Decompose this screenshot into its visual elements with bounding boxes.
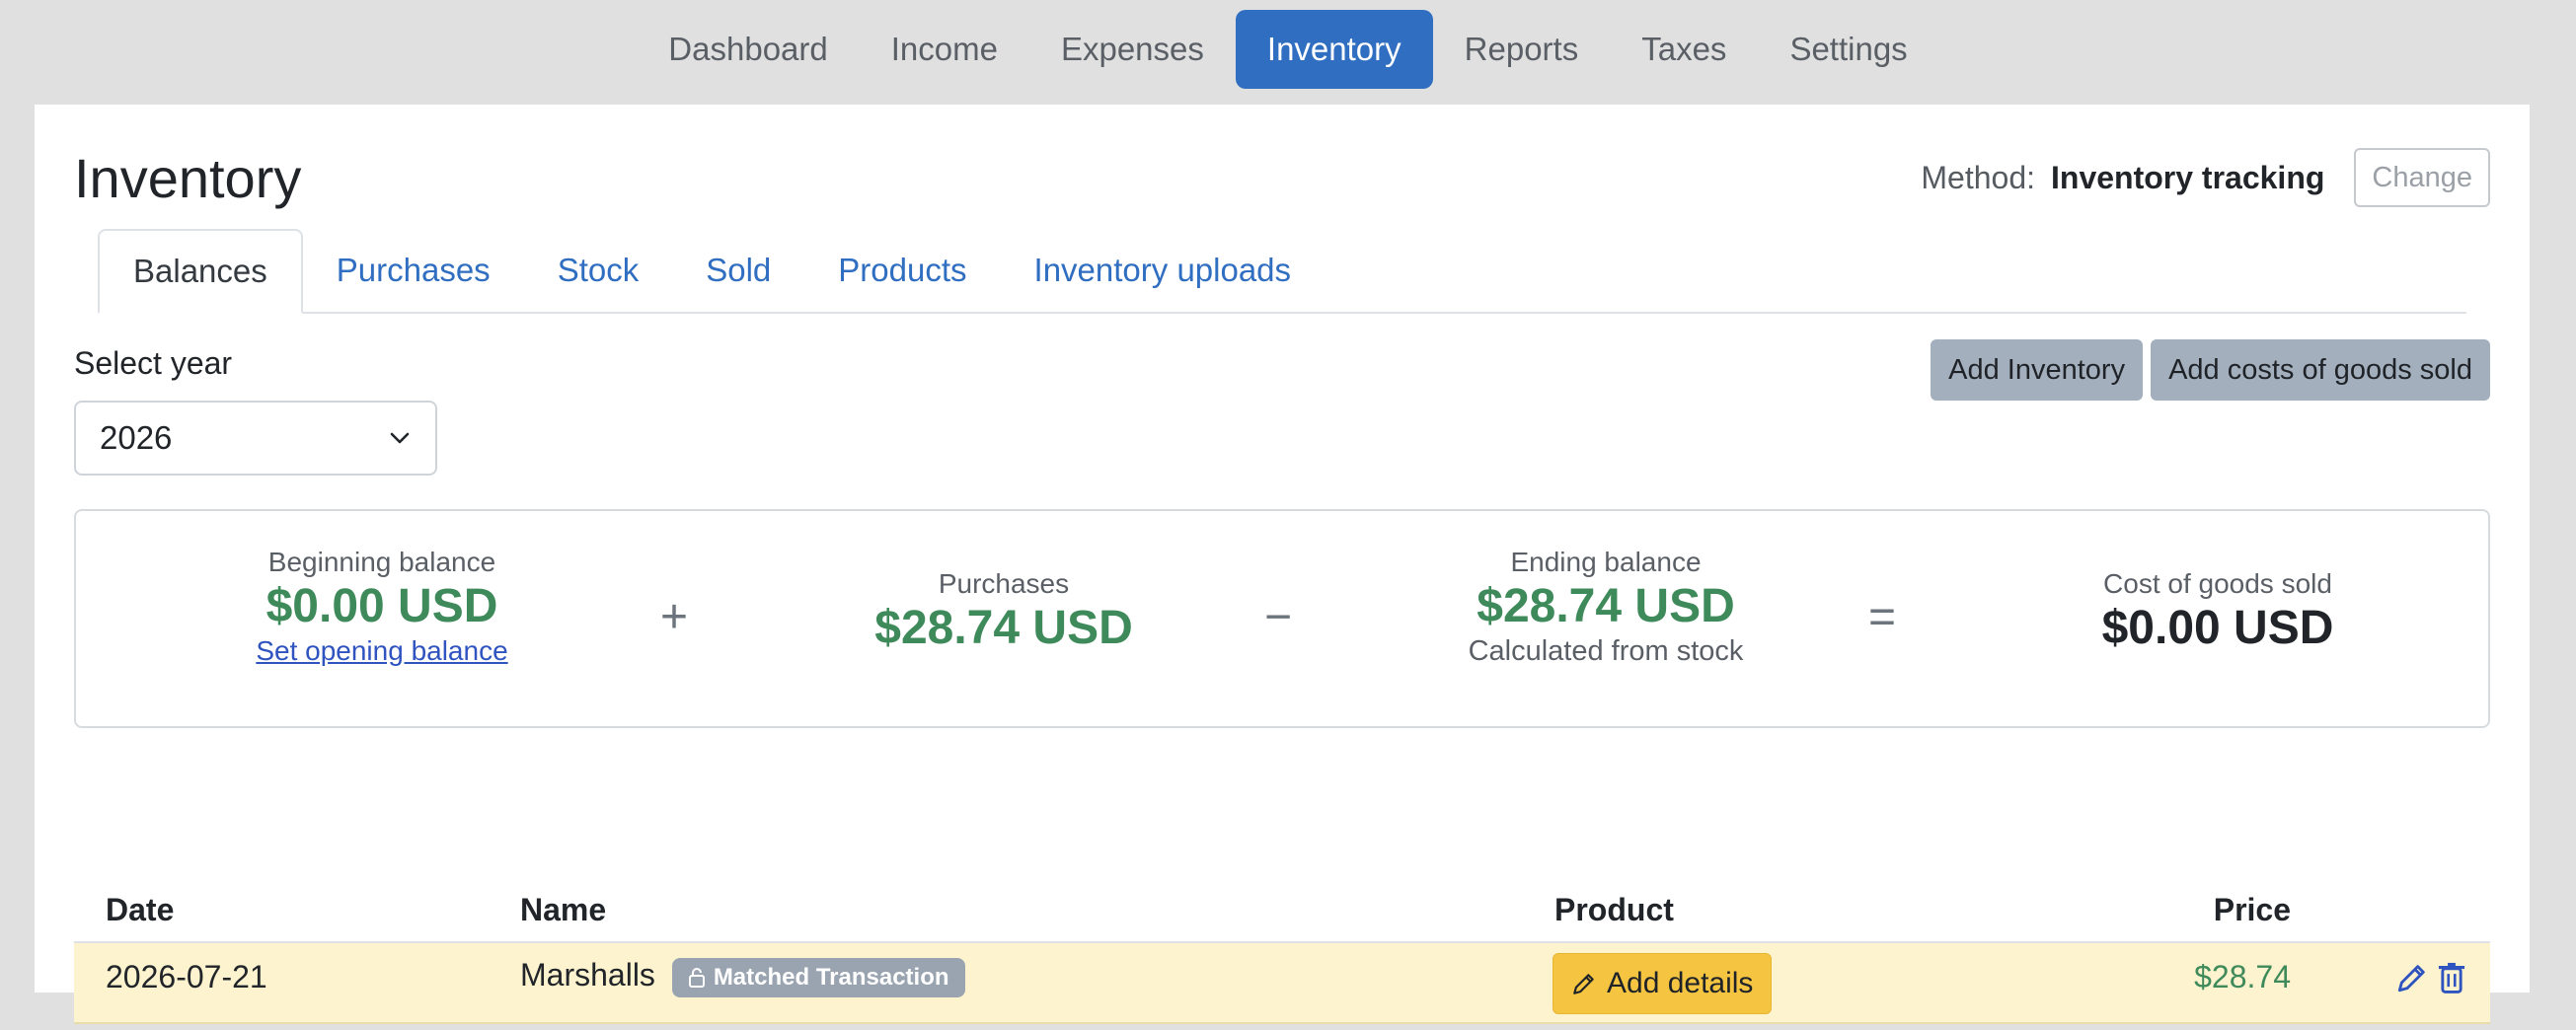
beginning-balance-label: Beginning balance — [267, 547, 496, 577]
nav-reports[interactable]: Reports — [1433, 10, 1611, 89]
add-details-button[interactable]: Add details — [1553, 953, 1773, 1014]
nav-dashboard[interactable]: Dashboard — [637, 10, 859, 89]
add-inventory-button[interactable]: Add Inventory — [1931, 339, 2144, 401]
edit-icon[interactable] — [2395, 961, 2429, 994]
set-opening-balance-link[interactable]: Set opening balance — [234, 635, 530, 667]
nav-inventory[interactable]: Inventory — [1235, 10, 1433, 89]
select-year-label: Select year — [74, 345, 233, 381]
purchases-value: $28.74 USD — [874, 602, 1133, 654]
matched-transaction-badge: Matched Transaction — [671, 957, 965, 997]
beginning-balance: Beginning balance $0.00 USD Set opening … — [234, 547, 530, 667]
tab-products[interactable]: Products — [804, 229, 1000, 312]
equals-operator: = — [1868, 591, 1897, 643]
beginning-balance-value: $0.00 USD — [265, 580, 498, 632]
header-date: Date — [106, 891, 175, 927]
balance-summary: Beginning balance $0.00 USD Set opening … — [74, 509, 2490, 728]
cogs-label: Cost of goods sold — [2103, 568, 2332, 599]
nav-expenses[interactable]: Expenses — [1029, 10, 1236, 89]
row-price: $28.74 — [2194, 959, 2291, 994]
method-section: Method: Inventory tracking Change — [1921, 148, 2490, 207]
table-header: Date Name Product Price — [74, 878, 2490, 943]
purchases-label: Purchases — [938, 568, 1070, 599]
trash-icon[interactable] — [2437, 961, 2466, 994]
add-cogs-button[interactable]: Add costs of goods sold — [2151, 339, 2490, 401]
row-date: 2026-07-21 — [106, 959, 267, 994]
main-card: Inventory Method: Inventory tracking Cha… — [35, 105, 2530, 1024]
page-title: Inventory — [74, 147, 302, 209]
nav-settings[interactable]: Settings — [1758, 10, 1938, 89]
nav-taxes[interactable]: Taxes — [1610, 10, 1758, 89]
plus-operator: + — [660, 591, 689, 643]
tab-purchases[interactable]: Purchases — [303, 229, 524, 312]
tab-sold[interactable]: Sold — [672, 229, 804, 312]
cogs-value: $0.00 USD — [2101, 602, 2334, 654]
ending-balance: Ending balance $28.74 USD Calculated fro… — [1438, 547, 1774, 668]
header-product: Product — [1554, 891, 1674, 927]
year-selected-value: 2026 — [100, 419, 173, 456]
inventory-table: Date Name Product Price 2026-07-21 Marsh… — [74, 878, 2490, 1024]
ending-balance-value: $28.74 USD — [1477, 580, 1735, 632]
ending-balance-note: Calculated from stock — [1468, 634, 1744, 667]
pencil-icon — [1573, 974, 1594, 994]
method-value: Inventory tracking — [2051, 159, 2325, 195]
tab-inventory-uploads[interactable]: Inventory uploads — [1001, 229, 1326, 312]
matched-transaction-label: Matched Transaction — [713, 963, 949, 991]
lock-icon — [688, 967, 705, 988]
row-name-cell: Marshalls Matched Transaction — [520, 957, 965, 997]
header-name: Name — [520, 891, 607, 927]
purchases-summary: Purchases $28.74 USD — [836, 568, 1172, 657]
chevron-down-icon — [390, 432, 410, 444]
change-method-button[interactable]: Change — [2354, 148, 2490, 207]
tab-balances[interactable]: Balances — [98, 229, 303, 314]
header-price: Price — [2213, 891, 2291, 927]
year-select[interactable]: 2026 — [74, 401, 437, 476]
method-label: Method: — [1921, 159, 2035, 195]
nav-income[interactable]: Income — [860, 10, 1029, 89]
top-navigation: Dashboard Income Expenses Inventory Repo… — [0, 10, 2576, 89]
row-actions — [2395, 961, 2466, 994]
add-details-label: Add details — [1607, 967, 1754, 999]
tab-stock[interactable]: Stock — [524, 229, 673, 312]
row-name: Marshalls — [520, 957, 655, 993]
inventory-tabs: Balances Purchases Stock Sold Products I… — [98, 227, 2466, 314]
minus-operator: − — [1264, 591, 1293, 643]
cogs-summary: Cost of goods sold $0.00 USD — [2050, 568, 2386, 657]
table-row: 2026-07-21 Marshalls Matched Transaction… — [74, 943, 2490, 1024]
inventory-actions: Add Inventory Add costs of goods sold — [1931, 339, 2490, 401]
ending-balance-label: Ending balance — [1510, 547, 1702, 577]
